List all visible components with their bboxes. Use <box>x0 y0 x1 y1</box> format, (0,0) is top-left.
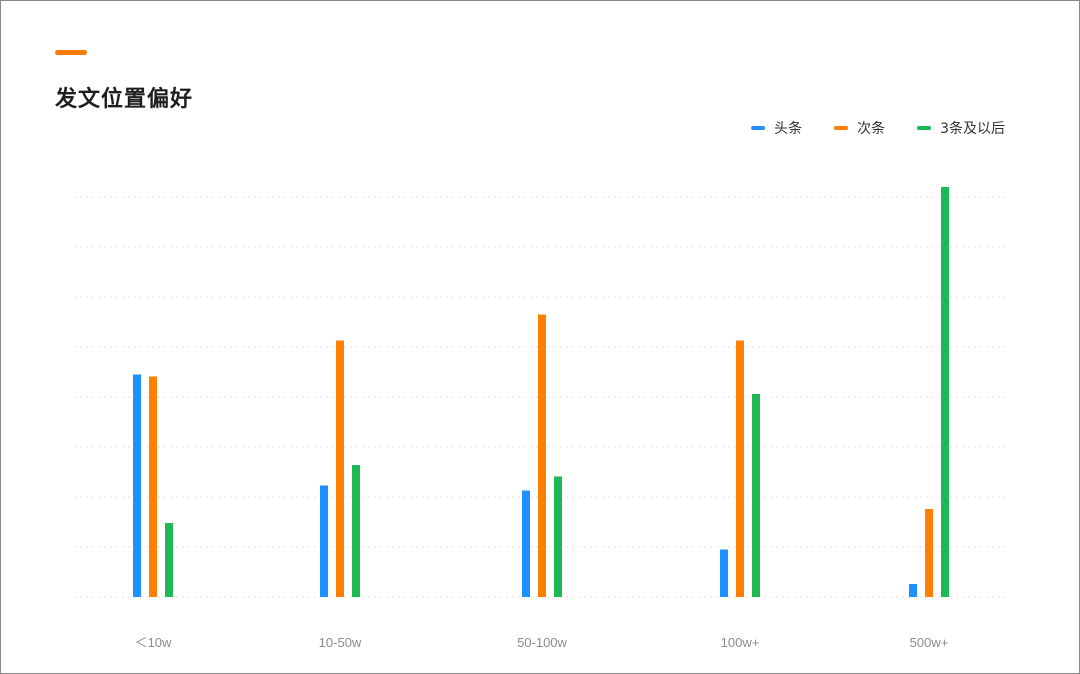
x-tick-label: 10-50w <box>319 635 362 650</box>
bar-after3-1[interactable] <box>352 465 360 597</box>
bar-after3-2[interactable] <box>554 476 562 598</box>
bar-after3-3[interactable] <box>752 394 760 597</box>
x-tick-label: 100w+ <box>721 635 760 650</box>
bar-toutiao-2[interactable] <box>522 490 530 598</box>
bar-toutiao-3[interactable] <box>720 549 728 598</box>
x-tick-label: 50-100w <box>517 635 567 650</box>
x-axis-ticks: ＜10w 10-50w 50-100w 100w+ 500w+ <box>135 635 949 650</box>
bar-toutiao-1[interactable] <box>320 485 328 598</box>
bar-after3-0[interactable] <box>165 523 173 597</box>
bar-after3-4[interactable] <box>941 187 949 597</box>
bar-citiao-1[interactable] <box>336 340 344 598</box>
x-tick-label: 500w+ <box>910 635 949 650</box>
bar-toutiao-4[interactable] <box>909 584 917 597</box>
bar-citiao-4[interactable] <box>925 509 933 597</box>
bar-chart: ＜10w 10-50w 50-100w 100w+ 500w+ <box>74 187 1008 650</box>
x-tick-label: ＜10w <box>135 635 172 650</box>
bars <box>133 187 949 597</box>
bar-citiao-2[interactable] <box>538 314 546 598</box>
bar-citiao-3[interactable] <box>736 340 744 598</box>
bar-toutiao-0[interactable] <box>133 374 141 598</box>
bar-citiao-0[interactable] <box>149 376 157 598</box>
